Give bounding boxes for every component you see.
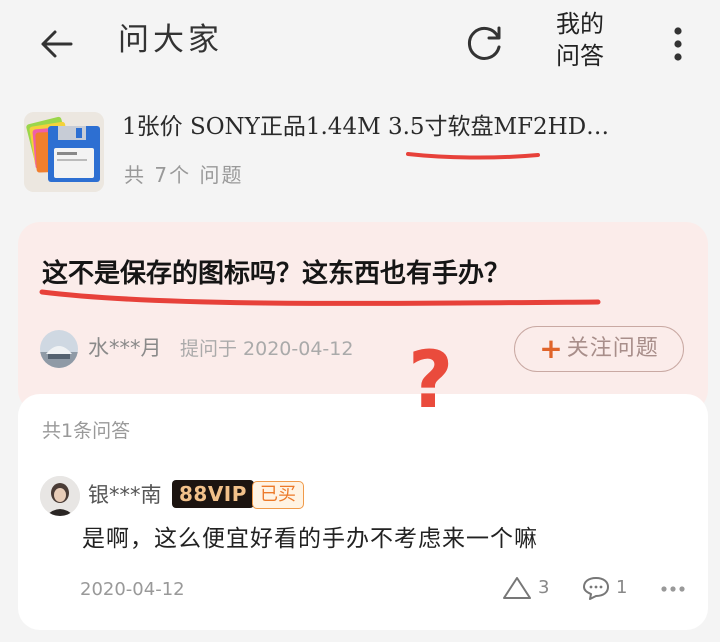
- product-summary[interactable]: 1张价 SONY正品1.44M 3.5寸软盘MF2HD… 共 7个 问题: [0, 92, 720, 212]
- highlight-underline-product: [406, 152, 540, 160]
- triangle-like-icon: [503, 577, 531, 599]
- asker-avatar-image: [40, 330, 78, 368]
- my-qa-link[interactable]: 我的 问答: [548, 8, 612, 72]
- product-title: 1张价 SONY正品1.44M 3.5寸软盘MF2HD…: [122, 114, 610, 140]
- more-horizontal-icon: [661, 586, 685, 592]
- asked-timestamp: 提问于 2020-04-12: [180, 338, 354, 360]
- answer-date: 2020-04-12: [80, 579, 185, 600]
- follow-question-label: 关注问题: [566, 336, 659, 361]
- answerer-name: 银***南: [88, 483, 162, 507]
- avatar[interactable]: [40, 330, 78, 368]
- answer-text: 是啊，这么便宜好看的手办不考虑来一个嘛: [82, 526, 538, 552]
- product-thumbnail: [24, 112, 104, 192]
- arrow-left-icon: [41, 30, 73, 58]
- like-button[interactable]: 3: [502, 574, 549, 602]
- more-menu-button[interactable]: [660, 18, 696, 70]
- floppy-disk-image: [24, 112, 104, 192]
- more-vertical-icon: [674, 27, 682, 61]
- asker-name: 水***月: [88, 336, 162, 360]
- comment-bubble-icon: [583, 577, 609, 600]
- vip-badge: 88VIP: [172, 480, 254, 508]
- annotation-question-mark: ?: [408, 336, 454, 426]
- my-qa-line2: 问答: [556, 42, 604, 70]
- product-question-count: 共 7个 问题: [124, 163, 244, 187]
- my-qa-line1: 我的: [556, 10, 604, 38]
- bought-badge: 已买: [252, 481, 304, 509]
- plus-icon: +: [539, 332, 563, 365]
- comment-button[interactable]: 1: [582, 574, 627, 602]
- question-card: 这不是保存的图标吗？这东西也有手办？ 水***月 提问于 2020-04-12 …: [18, 222, 708, 412]
- like-count: 3: [538, 577, 550, 598]
- top-bar: 问大家 我的 问答: [0, 0, 720, 92]
- refresh-icon: [467, 26, 501, 60]
- answers-card: 共1条问答 银***南 88VIP 已买 是啊，这么便宜好看的手办不考虑来一个嘛…: [18, 394, 708, 630]
- answers-count: 共1条问答: [42, 420, 131, 442]
- avatar[interactable]: [40, 476, 80, 516]
- answer-more-button[interactable]: [658, 574, 688, 604]
- back-button[interactable]: [30, 18, 82, 70]
- page-title: 问大家: [118, 22, 223, 58]
- follow-question-button[interactable]: + 关注问题: [514, 326, 684, 372]
- comment-count: 1: [616, 577, 628, 598]
- highlight-underline-question: [39, 289, 601, 306]
- refresh-button[interactable]: [458, 16, 512, 70]
- answerer-avatar-image: [40, 476, 80, 516]
